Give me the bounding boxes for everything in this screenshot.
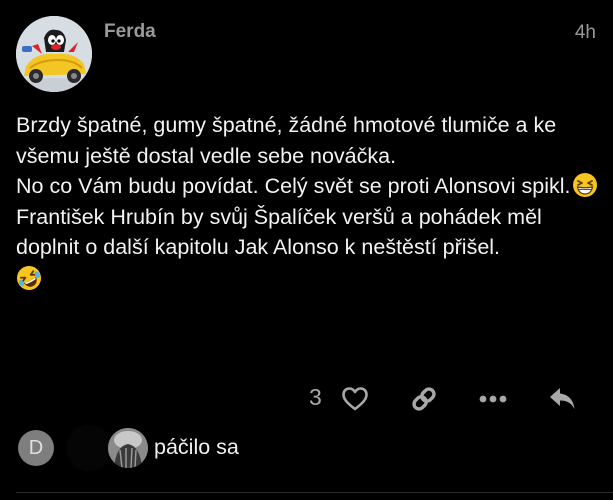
reply-icon [550, 388, 575, 409]
post-divider [16, 492, 613, 493]
heart-icon [342, 387, 368, 411]
author-avatar[interactable] [16, 16, 92, 92]
liker-initial: D [28, 436, 44, 459]
link-icon [412, 387, 436, 411]
liker-avatar[interactable] [108, 428, 148, 468]
post-timestamp[interactable]: 4h [575, 22, 596, 44]
post-text: Brzdy špatné, gumy špatné, žádné hmotové… [16, 113, 557, 168]
more-actions-button[interactable] [473, 379, 513, 419]
post: Ferda 4h Brzdy špatné, gumy špatné, žádn… [0, 0, 613, 500]
grinning-squinting-face-icon [572, 173, 597, 197]
post-paragraph [16, 263, 601, 295]
author-name[interactable]: Ferda [104, 21, 156, 43]
post-paragraph: Brzdy špatné, gumy špatné, žádné hmotové… [16, 110, 601, 171]
post-paragraph: František Hrubín by svůj Špalíček veršů … [16, 202, 601, 263]
more-icon [479, 395, 507, 403]
liker-avatar[interactable]: D [18, 430, 54, 466]
reply-button[interactable] [543, 379, 583, 419]
liker-avatar[interactable] [66, 425, 112, 471]
post-actions: 3 [0, 377, 613, 419]
cartoon-car-avatar-image [16, 16, 92, 92]
likers-row: D páčilo sa [14, 425, 414, 473]
post-text: No co Vám budu povídat. Celý svět se pro… [16, 174, 571, 198]
like-button[interactable] [335, 379, 375, 419]
liker-photo [108, 428, 148, 468]
likers-label: páčilo sa [154, 435, 239, 459]
post-paragraph: No co Vám budu povídat. Celý svět se pro… [16, 171, 601, 202]
copy-link-button[interactable] [404, 379, 444, 419]
like-count[interactable]: 3 [309, 384, 322, 411]
post-body: Brzdy špatné, gumy špatné, žádné hmotové… [16, 110, 601, 294]
post-text: František Hrubín by svůj Špalíček veršů … [16, 204, 542, 260]
rolling-on-floor-laughing-icon [17, 265, 41, 290]
